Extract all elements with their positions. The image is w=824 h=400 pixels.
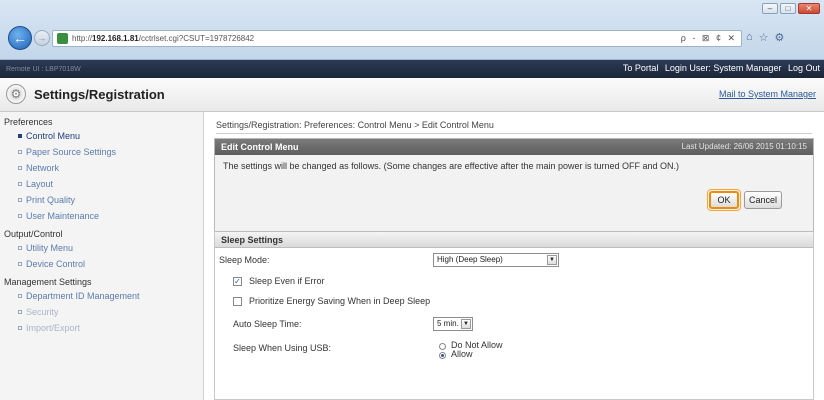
sleep-settings-section: Sleep Settings Sleep Mode: High (Deep Sl… — [214, 231, 814, 400]
edit-panel: Edit Control Menu Last Updated: 26/06 20… — [214, 138, 814, 232]
close-icon[interactable]: ✕ — [798, 3, 820, 14]
favorites-star-icon[interactable]: ☆ — [759, 31, 769, 44]
maximize-icon[interactable]: □ — [780, 3, 796, 14]
usb-do-not-allow-radio[interactable] — [439, 343, 446, 350]
auto-sleep-time-select[interactable]: 5 min. ▼ — [433, 317, 473, 331]
sidebar-heading-preferences: Preferences — [4, 117, 53, 127]
browser-chrome: – □ ✕ ← → http://192.168.1.81/cctrlset.c… — [0, 0, 824, 60]
sleep-even-if-error-label: Sleep Even if Error — [249, 276, 325, 286]
sidebar-item-network[interactable]: Network — [0, 160, 203, 176]
sleep-mode-select[interactable]: High (Deep Sleep) ▼ — [433, 253, 559, 267]
sidebar-item-import-export[interactable]: Import/Export — [0, 320, 203, 336]
last-updated: Last Updated: 26/06 2015 01:10:15 — [681, 142, 807, 151]
prioritize-energy-label: Prioritize Energy Saving When in Deep Sl… — [249, 296, 431, 306]
panel-title: Edit Control Menu — [221, 142, 299, 152]
to-portal-link[interactable]: To Portal — [623, 63, 659, 73]
sidebar-item-security[interactable]: Security — [0, 304, 203, 320]
sidebar-item-layout[interactable]: Layout — [0, 176, 203, 192]
back-arrow-icon[interactable]: ← — [8, 26, 32, 50]
bullet-icon — [18, 294, 22, 298]
sidebar: Preferences Control Menu Paper Source Se… — [0, 112, 204, 400]
address-tools[interactable]: ρ - ⊠ ¢ ✕ — [681, 33, 741, 44]
site-icon — [57, 33, 68, 44]
bullet-icon — [18, 150, 22, 154]
toolbar-icons: ⌂ ☆ ⚙ — [746, 31, 784, 44]
url-text: http://192.168.1.81/cctrlset.cgi?CSUT=19… — [72, 34, 255, 43]
title-bar: ⚙ Settings/Registration Mail to System M… — [0, 78, 824, 112]
bullet-icon — [18, 310, 22, 314]
bullet-icon — [18, 198, 22, 202]
dropdown-arrow-icon: ▼ — [547, 255, 557, 265]
sidebar-item-user-maintenance[interactable]: User Maintenance — [0, 208, 203, 224]
window-controls: – □ ✕ — [762, 3, 820, 14]
brand-text: Remote UI : LBP7018W — [6, 65, 81, 73]
sidebar-item-device-control[interactable]: Device Control — [0, 256, 203, 272]
prioritize-energy-checkbox[interactable] — [233, 297, 242, 306]
change-message: The settings will be changed as follows.… — [223, 161, 680, 171]
forward-arrow-icon[interactable]: → — [34, 30, 50, 46]
bullet-icon — [18, 214, 22, 218]
sleep-usb-label: Sleep When Using USB: — [233, 343, 332, 353]
home-icon[interactable]: ⌂ — [746, 31, 753, 44]
usb-allow-label: Allow — [451, 349, 473, 359]
sidebar-heading-management: Management Settings — [4, 277, 92, 287]
usb-allow-radio[interactable] — [439, 352, 446, 359]
minimize-icon[interactable]: – — [762, 3, 778, 14]
top-bar: Remote UI : LBP7018W To Portal Login Use… — [0, 60, 824, 78]
sidebar-heading-output-control: Output/Control — [4, 229, 63, 239]
sleep-settings-heading: Sleep Settings — [215, 231, 813, 248]
sidebar-item-print-quality[interactable]: Print Quality — [0, 192, 203, 208]
tools-gear-icon[interactable]: ⚙ — [775, 31, 785, 44]
sidebar-item-paper-source[interactable]: Paper Source Settings — [0, 144, 203, 160]
auto-sleep-time-label: Auto Sleep Time: — [233, 319, 302, 329]
settings-gear-icon: ⚙ — [6, 84, 26, 104]
login-user-text: Login User: System Manager — [664, 63, 782, 73]
panel-header: Edit Control Menu Last Updated: 26/06 20… — [215, 139, 813, 155]
breadcrumb: Settings/Registration: Preferences: Cont… — [216, 120, 812, 134]
top-links: To Portal Login User: System Manager Log… — [619, 63, 820, 73]
bullet-icon — [18, 326, 22, 330]
mail-to-manager-link[interactable]: Mail to System Manager — [719, 89, 816, 99]
address-bar[interactable]: http://192.168.1.81/cctrlset.cgi?CSUT=19… — [52, 30, 742, 47]
sidebar-item-utility-menu[interactable]: Utility Menu — [0, 240, 203, 256]
sidebar-item-department-id[interactable]: Department ID Management — [0, 288, 203, 304]
bullet-icon — [18, 134, 22, 138]
bullet-icon — [18, 246, 22, 250]
dropdown-arrow-icon: ▼ — [461, 319, 471, 329]
logout-link[interactable]: Log Out — [788, 63, 820, 73]
ok-button[interactable]: OK — [707, 189, 741, 211]
page-title: Settings/Registration — [34, 87, 165, 102]
sleep-mode-label: Sleep Mode: — [219, 255, 270, 265]
bullet-icon — [18, 182, 22, 186]
sleep-even-if-error-checkbox[interactable]: ✓ — [233, 277, 242, 286]
main-content: Settings/Registration: Preferences: Cont… — [212, 112, 816, 400]
bullet-icon — [18, 262, 22, 266]
bullet-icon — [18, 166, 22, 170]
cancel-button[interactable]: Cancel — [744, 191, 782, 209]
sidebar-item-control-menu[interactable]: Control Menu — [0, 128, 203, 144]
